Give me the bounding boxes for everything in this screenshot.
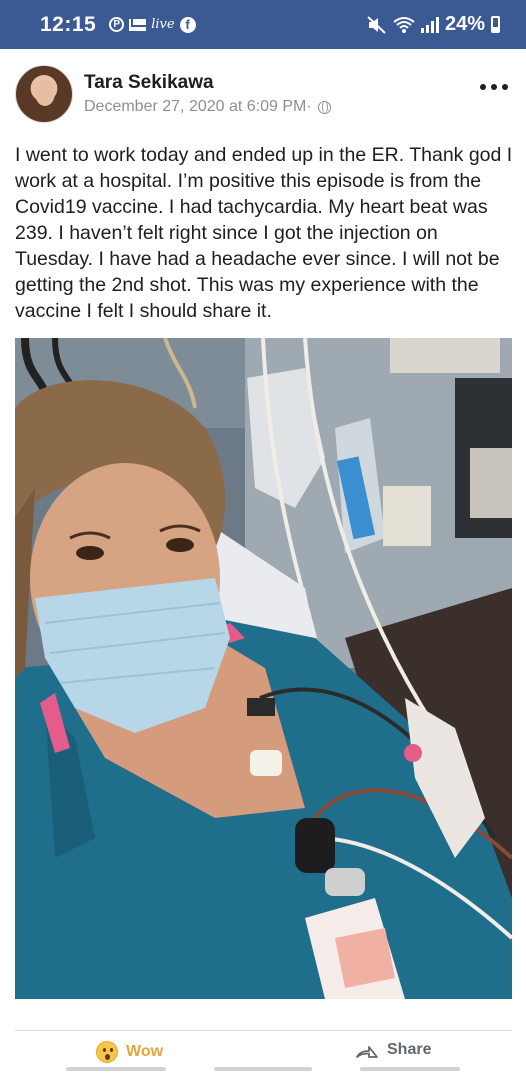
share-icon xyxy=(356,1046,378,1058)
status-bar: 12:15 P live f 24% xyxy=(0,0,526,49)
post-photo-image xyxy=(15,338,512,999)
post-text: I went to work today and ended up in the… xyxy=(15,144,513,322)
divider xyxy=(15,1030,512,1031)
wow-button[interactable]: Wow xyxy=(96,1041,163,1063)
globe-icon xyxy=(317,100,331,114)
more-options-button[interactable] xyxy=(480,80,508,94)
post-timestamp[interactable]: December 27, 2020 at 6:09 PM xyxy=(84,98,306,116)
scroll-indicator xyxy=(66,1067,166,1071)
wow-label: Wow xyxy=(126,1043,164,1060)
battery-icon xyxy=(491,16,500,33)
post-photo[interactable] xyxy=(15,338,512,999)
facebook-icon: f xyxy=(179,16,196,33)
dot-icon xyxy=(502,84,508,90)
wow-icon xyxy=(96,1041,118,1063)
live-icon: live xyxy=(151,17,175,32)
post-author[interactable]: Tara Sekikawa xyxy=(84,72,214,94)
wifi-icon xyxy=(393,16,415,33)
mute-icon xyxy=(367,15,386,34)
scroll-indicator xyxy=(214,1067,312,1071)
scroll-indicator xyxy=(360,1067,460,1071)
share-label: Share xyxy=(387,1041,432,1058)
status-time: 12:15 xyxy=(40,12,97,36)
signal-icon xyxy=(420,16,439,33)
dot-icon xyxy=(491,84,497,90)
post-meta: December 27, 2020 at 6:09 PM · xyxy=(84,98,331,116)
mail-icon xyxy=(129,18,147,31)
pinterest-icon: P xyxy=(109,17,125,32)
avatar[interactable] xyxy=(15,65,73,123)
meta-separator: · xyxy=(306,98,312,115)
battery-percent: 24% xyxy=(444,13,485,35)
share-button[interactable]: Share xyxy=(355,1041,431,1059)
dot-icon xyxy=(480,84,486,90)
